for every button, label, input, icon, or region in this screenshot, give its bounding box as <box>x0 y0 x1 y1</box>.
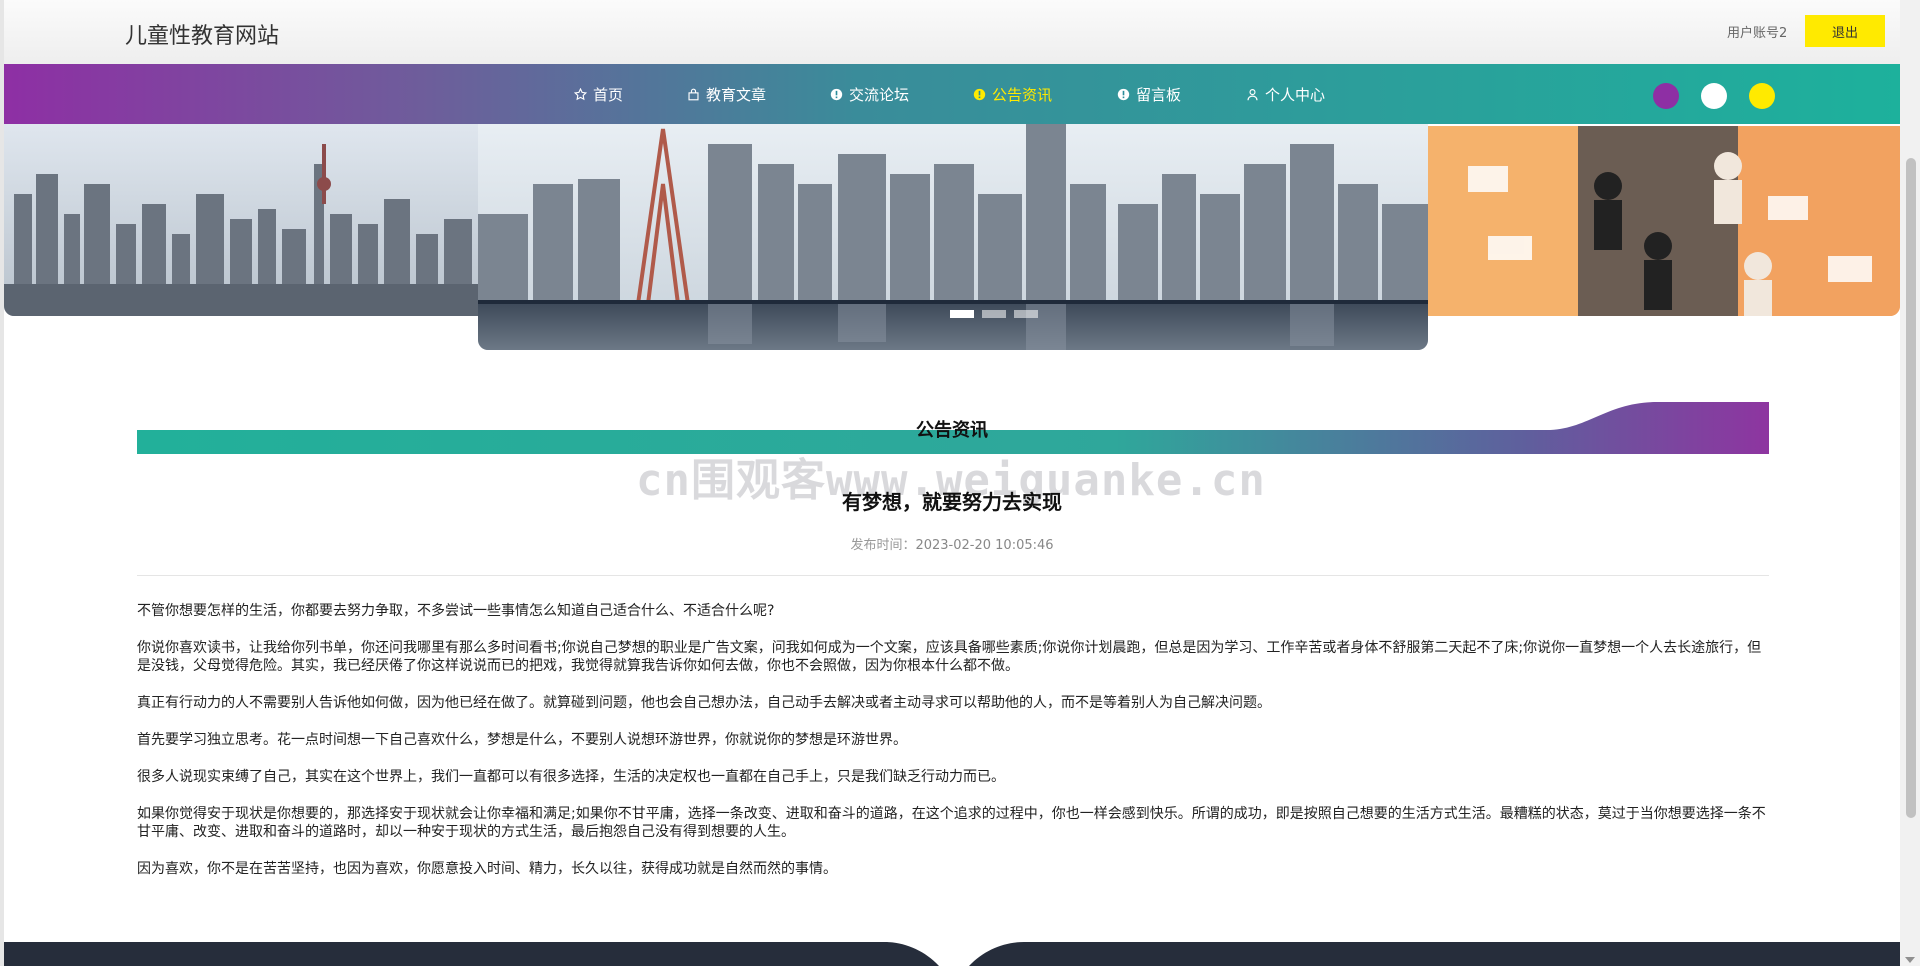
nav-item-announcements[interactable]: 公告资讯 <box>973 84 1052 105</box>
nav-item-message-board[interactable]: 留言板 <box>1117 84 1181 105</box>
site-title: 儿童性教育网站 <box>125 24 280 49</box>
section-title: 公告资讯 <box>916 420 988 441</box>
nav-item-label: 公告资讯 <box>992 86 1053 104</box>
scrollbar[interactable] <box>1900 0 1920 966</box>
logout-button[interactable]: 退出 <box>1805 15 1885 47</box>
theme-dot-yellow[interactable] <box>1749 83 1775 109</box>
nav-item-label: 留言板 <box>1136 86 1182 104</box>
bag-icon <box>688 88 699 101</box>
article-title: 有梦想，就要努力去实现 <box>842 490 1062 514</box>
theme-dot-purple[interactable] <box>1653 83 1679 109</box>
paragraph: 很多人说现实束缚了自己，其实在这个世界上，我们一直都可以有很多选择，生活的决定权… <box>137 769 1005 785</box>
nav-item-label: 交流论坛 <box>849 86 910 104</box>
carousel-dot-3[interactable] <box>1014 310 1038 318</box>
article-content: 不管你想要怎样的生活，你都要去努力争取，不多尝试一些事情怎么知道自己适合什么、不… <box>137 602 1769 897</box>
main-nav: 首页 教育文章 交流论坛 公告资讯 留言板 个人中心 <box>4 64 1900 124</box>
publish-time-label: 发布时间： <box>850 538 916 553</box>
info-circle-icon <box>1117 88 1130 101</box>
user-account-label: 用户账号2 <box>1727 26 1788 41</box>
carousel-indicators <box>950 310 1038 318</box>
nav-item-home[interactable]: 首页 <box>574 84 623 105</box>
nav-item-profile[interactable]: 个人中心 <box>1246 84 1325 105</box>
nav-item-label: 首页 <box>593 86 624 104</box>
paragraph: 不管你想要怎样的生活，你都要去努力争取，不多尝试一些事情怎么知道自己适合什么、不… <box>137 603 775 619</box>
divider <box>137 575 1769 576</box>
info-circle-icon <box>973 88 986 101</box>
scroll-down-arrow-icon[interactable] <box>1905 957 1915 963</box>
carousel-dot-1[interactable] <box>950 310 974 318</box>
scrollbar-thumb[interactable] <box>1906 158 1916 818</box>
paragraph: 真正有行动力的人不需要别人告诉他如何做，因为他已经在做了。就算碰到问题，他也会自… <box>137 695 1271 711</box>
paragraph: 如果你觉得安于现状是你想要的，那选择安于现状就会让你幸福和满足;如果你不甘平庸，… <box>137 806 1766 840</box>
footer <box>4 942 1900 966</box>
theme-dot-white[interactable] <box>1701 83 1727 109</box>
nav-item-articles[interactable]: 教育文章 <box>687 84 766 105</box>
footer-wave <box>884 942 1024 966</box>
article-meta: 发布时间：2023-02-20 10:05:46 <box>0 534 1904 553</box>
publish-time-value: 2023-02-20 10:05:46 <box>915 538 1054 553</box>
top-header: 儿童性教育网站 用户账号2 退出 <box>4 0 1900 64</box>
carousel-slide-prev[interactable] <box>4 124 478 316</box>
nav-item-label: 教育文章 <box>706 86 767 104</box>
paragraph: 首先要学习独立思考。花一点时间想一下自己喜欢什么，梦想是什么，不要别人说想环游世… <box>137 732 907 748</box>
paragraph: 你说你喜欢读书，让我给你列书单，你还问我哪里有那么多时间看书;你说自己梦想的职业… <box>137 640 1762 674</box>
nav-item-forum[interactable]: 交流论坛 <box>830 84 909 105</box>
nav-item-label: 个人中心 <box>1265 86 1326 104</box>
carousel-slide-next[interactable] <box>1428 126 1900 316</box>
user-icon <box>1247 89 1258 101</box>
star-icon <box>574 88 587 101</box>
info-circle-icon <box>830 88 843 101</box>
paragraph: 因为喜欢，你不是在苦苦坚持，也因为喜欢，你愿意投入时间、精力，长久以往，获得成功… <box>137 861 837 877</box>
carousel-dot-2[interactable] <box>982 310 1006 318</box>
